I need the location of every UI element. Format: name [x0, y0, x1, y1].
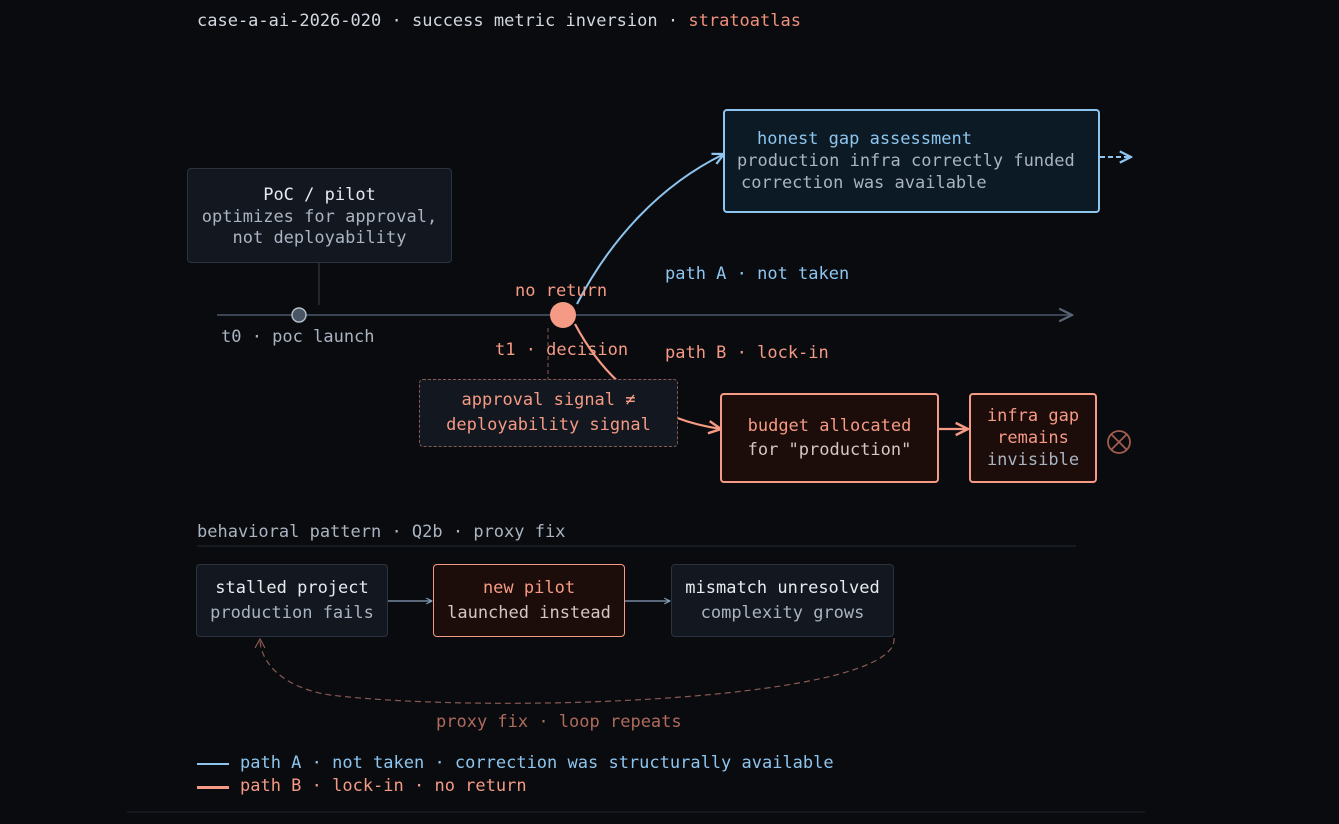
no-return-label: no return: [515, 281, 608, 301]
pilot-sub: launched instead: [447, 602, 611, 623]
stalled-sub: production fails: [210, 602, 374, 623]
honest-gap-box: honest gap assessment production infra c…: [723, 109, 1100, 213]
path-b-label: path B · lock-in: [665, 343, 829, 363]
t1-label: t1 · decision: [495, 340, 629, 360]
t0-label: t0 · poc launch: [221, 327, 375, 347]
legend-path-b-swatch: [197, 786, 229, 789]
poc-title: PoC / pilot: [263, 184, 376, 205]
mismatch-box: mismatch unresolved complexity grows: [671, 564, 894, 637]
path-a-label: path A · not taken: [665, 264, 850, 284]
t0-node: [291, 307, 307, 323]
honest-gap-line1: production infra correctly funded: [737, 151, 1075, 171]
budget-line2: for "production": [747, 440, 912, 460]
loop-label: proxy fix · loop repeats: [436, 712, 682, 732]
infra-gap-box: infra gap remains invisible: [969, 393, 1097, 483]
signal-box: approval signal ≠ deployability signal: [419, 379, 678, 447]
legend-path-a: path A · not taken · correction was stru…: [240, 753, 834, 773]
gap-line2: remains: [997, 428, 1069, 448]
poc-box: PoC / pilot optimizes for approval, not …: [187, 168, 452, 263]
legend-path-b: path B · lock-in · no return: [240, 776, 527, 796]
circle-x-icon: [1107, 430, 1131, 454]
honest-gap-line2: correction was available: [741, 173, 987, 193]
gap-line3: invisible: [986, 450, 1080, 470]
stalled-project-box: stalled project production fails: [196, 564, 388, 637]
signal-line2: deployability signal: [446, 415, 651, 435]
legend-path-a-swatch: [197, 763, 229, 765]
gap-line1: infra gap: [986, 406, 1080, 426]
t1-decision-node: [550, 302, 576, 328]
new-pilot-box: new pilot launched instead: [433, 564, 625, 637]
honest-gap-title: honest gap assessment: [757, 129, 972, 149]
pilot-title: new pilot: [482, 577, 576, 598]
budget-line1: budget allocated: [747, 416, 912, 436]
poc-line2: not deployability: [232, 227, 407, 248]
loop-back-curve: [259, 637, 895, 704]
mismatch-title: mismatch unresolved: [685, 577, 880, 598]
signal-line1: approval signal ≠: [461, 390, 636, 410]
poc-line1: optimizes for approval,: [201, 206, 438, 227]
budget-box: budget allocated for "production": [720, 393, 939, 483]
stalled-title: stalled project: [215, 577, 369, 598]
pattern-title: behavioral pattern · Q2b · proxy fix: [197, 522, 566, 542]
mismatch-sub: complexity grows: [700, 602, 865, 623]
